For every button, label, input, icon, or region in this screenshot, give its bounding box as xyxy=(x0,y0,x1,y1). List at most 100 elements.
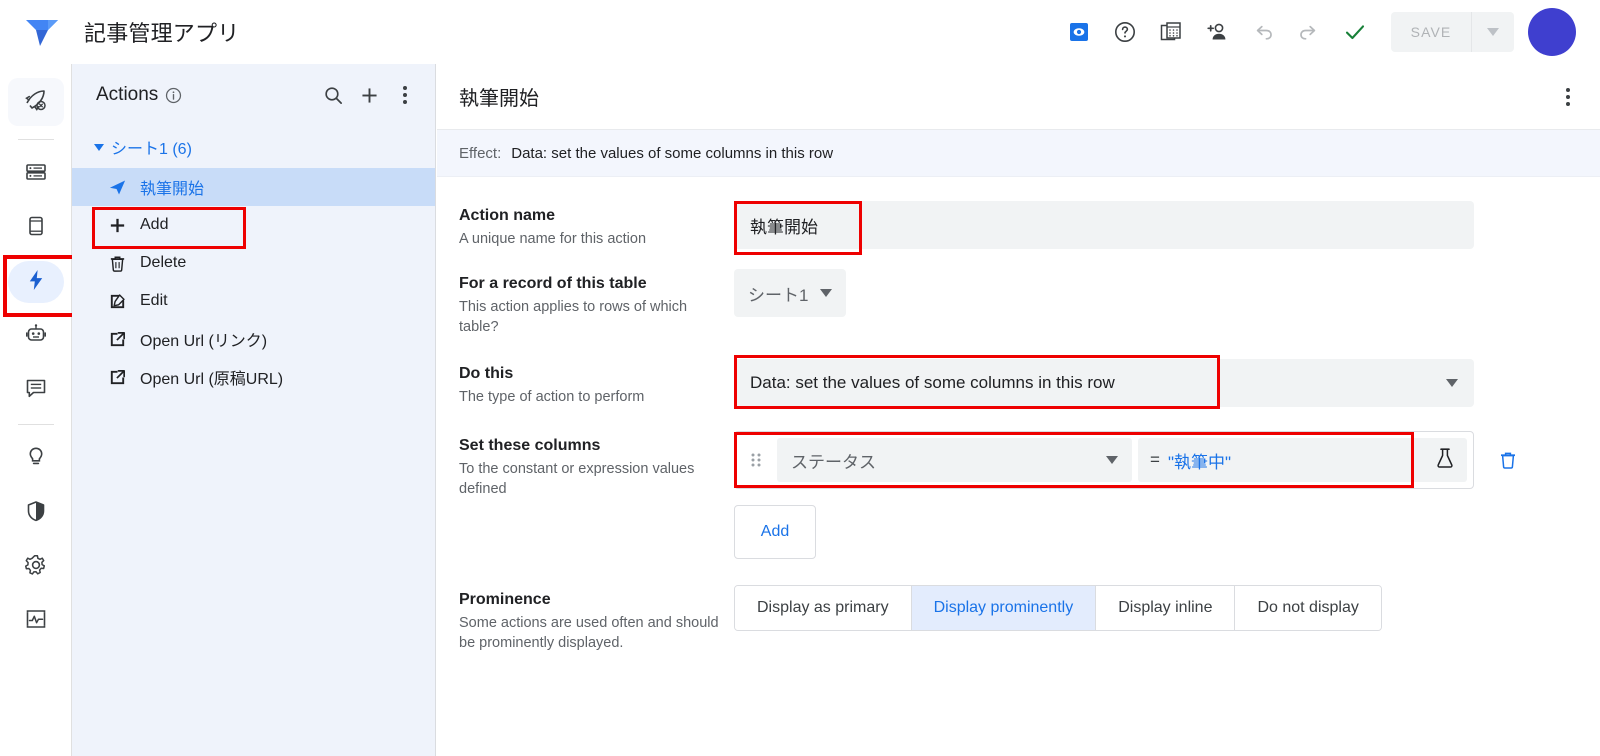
set-column-row: ステータス = "執筆中" xyxy=(734,431,1474,489)
chevron-down-icon xyxy=(1446,379,1458,387)
topbar-actions: SAVE xyxy=(1057,7,1600,56)
sidebar-title: Actions xyxy=(96,84,159,105)
prominence-option-display-prominently[interactable]: Display prominently xyxy=(911,586,1097,630)
help-icon[interactable] xyxy=(1103,10,1147,54)
set-columns-rows: ステータス = "執筆中" xyxy=(734,431,1600,489)
field-description: Some actions are used often and should b… xyxy=(459,615,719,651)
info-circle-icon[interactable] xyxy=(165,87,182,104)
rail-item-actions[interactable] xyxy=(2,255,77,317)
lightning-bolt-icon xyxy=(24,268,48,297)
sidebar-item-add[interactable]: Add xyxy=(72,206,435,249)
rail-item-intelligence[interactable] xyxy=(8,438,64,480)
field-table: For a record of this table This action a… xyxy=(437,269,1600,337)
column-select-value: ステータス xyxy=(791,452,876,472)
actions-sidebar: Actions シート1 (6) 執筆開始 Add Delete Edit Op… xyxy=(72,64,436,756)
data-source-icon[interactable] xyxy=(1149,10,1193,54)
save-button[interactable]: SAVE xyxy=(1391,11,1514,52)
sidebar-group-sheet1[interactable]: シート1 (6) xyxy=(72,126,435,168)
field-prominence: Prominence Some actions are used often a… xyxy=(437,585,1600,653)
sidebar-item-open-url-genkou[interactable]: Open Url (原稿URL) xyxy=(72,358,435,396)
table-select[interactable]: シート1 xyxy=(734,269,847,317)
rail-item-settings[interactable] xyxy=(8,546,64,588)
field-label-group: Prominence Some actions are used often a… xyxy=(459,585,734,653)
sidebar-item-edit[interactable]: Edit xyxy=(72,282,435,320)
field-do-this: Do this The type of action to perform Da… xyxy=(437,355,1600,409)
redo-icon[interactable] xyxy=(1287,10,1331,54)
sidebar-item-delete[interactable]: Delete xyxy=(72,244,435,282)
chat-icon xyxy=(24,376,48,405)
field-control: Display as primary Display prominently D… xyxy=(734,585,1600,653)
rail-item-chat[interactable] xyxy=(8,369,64,411)
prominence-option-display-inline[interactable]: Display inline xyxy=(1096,586,1236,630)
preview-app-icon[interactable] xyxy=(1057,10,1101,54)
delete-column-row-button[interactable] xyxy=(1484,431,1532,489)
field-title: For a record of this table xyxy=(459,275,647,292)
expression-value: "執筆中" xyxy=(1167,452,1232,472)
rail-item-data[interactable] xyxy=(8,153,64,195)
drag-handle-icon[interactable] xyxy=(735,451,777,469)
validation-ok-icon[interactable] xyxy=(1333,10,1377,54)
prominence-option-do-not-display[interactable]: Do not display xyxy=(1235,586,1381,630)
rail-item-monitor[interactable] xyxy=(8,600,64,642)
gear-icon xyxy=(24,553,48,582)
field-set-columns: Set these columns To the constant or exp… xyxy=(437,431,1600,559)
phone-icon xyxy=(24,214,48,243)
search-icon[interactable] xyxy=(315,77,351,113)
sidebar-header: Actions xyxy=(72,64,435,126)
sidebar-item-label: 執筆開始 xyxy=(140,181,205,198)
rail-item-app[interactable] xyxy=(8,207,64,249)
external-link-icon xyxy=(108,330,128,349)
column-expression-field[interactable]: = "執筆中" xyxy=(1138,438,1467,482)
rocket-icon xyxy=(23,87,49,118)
effect-label: Effect: xyxy=(459,144,502,162)
field-description: The type of action to perform xyxy=(459,389,645,405)
left-rail xyxy=(0,64,77,756)
save-button-label: SAVE xyxy=(1410,23,1452,40)
field-description: This action applies to rows of which tab… xyxy=(459,299,688,335)
add-action-plus-icon[interactable] xyxy=(351,77,387,113)
field-control: ステータス = "執筆中" Add xyxy=(734,431,1600,559)
undo-icon[interactable] xyxy=(1241,10,1285,54)
external-link-icon xyxy=(108,368,128,387)
column-select[interactable]: ステータス xyxy=(777,438,1132,482)
save-options-chevron-down-icon[interactable] xyxy=(1472,27,1514,36)
effect-bar: Effect: Data: set the values of some col… xyxy=(437,130,1600,177)
field-label-group: Do this The type of action to perform xyxy=(459,359,734,407)
chevron-down-icon xyxy=(94,143,104,151)
do-this-select[interactable]: Data: set the values of some columns in … xyxy=(734,355,1474,409)
add-user-icon[interactable] xyxy=(1195,10,1239,54)
add-column-button-label: Add xyxy=(760,523,790,540)
field-title: Set these columns xyxy=(459,437,601,454)
avatar[interactable] xyxy=(1528,7,1576,56)
sidebar-item-open-url-link[interactable]: Open Url (リンク) xyxy=(72,320,435,358)
activity-chart-icon xyxy=(24,607,48,636)
action-detail-pane: 執筆開始 Effect: Data: set the values of som… xyxy=(437,64,1600,756)
sidebar-kebab-menu-icon[interactable] xyxy=(387,77,423,113)
rail-item-automation[interactable] xyxy=(8,315,64,357)
flask-icon[interactable] xyxy=(1435,447,1455,474)
field-description: A unique name for this action xyxy=(459,231,647,247)
action-name-input[interactable] xyxy=(734,201,1474,249)
page-title: 執筆開始 xyxy=(459,88,539,110)
rail-item-deploy[interactable] xyxy=(7,78,64,126)
pane-kebab-menu-icon[interactable] xyxy=(1550,79,1586,115)
field-label-group: Action name A unique name for this actio… xyxy=(459,201,734,249)
pane-header: 執筆開始 xyxy=(437,64,1600,130)
field-control: Data: set the values of some columns in … xyxy=(734,355,1600,409)
prominence-segmented-control: Display as primary Display prominently D… xyxy=(734,585,1382,631)
lightbulb-icon xyxy=(24,445,48,474)
field-control: シート1 xyxy=(734,269,1600,337)
add-column-button[interactable]: Add xyxy=(734,505,816,559)
appsheet-logo-icon[interactable] xyxy=(0,14,84,50)
database-icon xyxy=(24,160,48,189)
sidebar-item-shippitsu-kaishi[interactable]: 執筆開始 xyxy=(72,168,435,206)
robot-icon xyxy=(24,322,48,351)
field-control xyxy=(734,201,1600,255)
chevron-down-icon xyxy=(1106,456,1118,464)
rail-item-security[interactable] xyxy=(8,492,64,534)
prominence-option-display-as-primary[interactable]: Display as primary xyxy=(735,586,912,630)
sidebar-item-label: Delete xyxy=(140,254,187,271)
effect-value: Data: set the values of some columns in … xyxy=(511,144,834,162)
action-name-highlight xyxy=(734,201,1474,255)
app-title: 記事管理アプリ xyxy=(84,20,240,46)
